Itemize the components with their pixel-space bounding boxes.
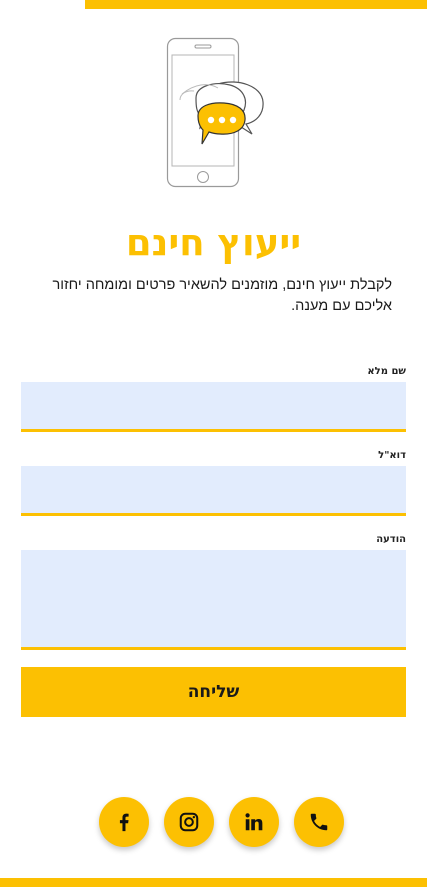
page-title: ייעוץ חינם xyxy=(125,221,302,264)
full-name-input[interactable] xyxy=(21,382,406,432)
email-label: דוא"ל xyxy=(378,450,406,461)
message-label: הודעה xyxy=(376,534,406,545)
phone-button[interactable] xyxy=(294,797,344,847)
linkedin-button[interactable] xyxy=(229,797,279,847)
submit-button[interactable]: שליחה xyxy=(21,667,406,717)
instagram-button[interactable] xyxy=(164,797,214,847)
phone-icon xyxy=(308,811,330,833)
full-name-label: שם מלא xyxy=(367,366,406,377)
phone-with-chat-bubbles-icon xyxy=(160,34,270,190)
linkedin-icon xyxy=(243,811,265,833)
top-accent-bar xyxy=(85,0,427,9)
email-input[interactable] xyxy=(21,466,406,516)
facebook-icon xyxy=(113,811,135,833)
bottom-accent-bar xyxy=(0,878,427,887)
social-links xyxy=(99,797,345,848)
facebook-button[interactable] xyxy=(99,797,149,847)
intro-text: לקבלת ייעוץ חינם, מוזמנים להשאיר פרטים ו… xyxy=(52,277,392,314)
message-textarea[interactable] xyxy=(21,550,406,650)
instagram-icon xyxy=(178,811,200,833)
